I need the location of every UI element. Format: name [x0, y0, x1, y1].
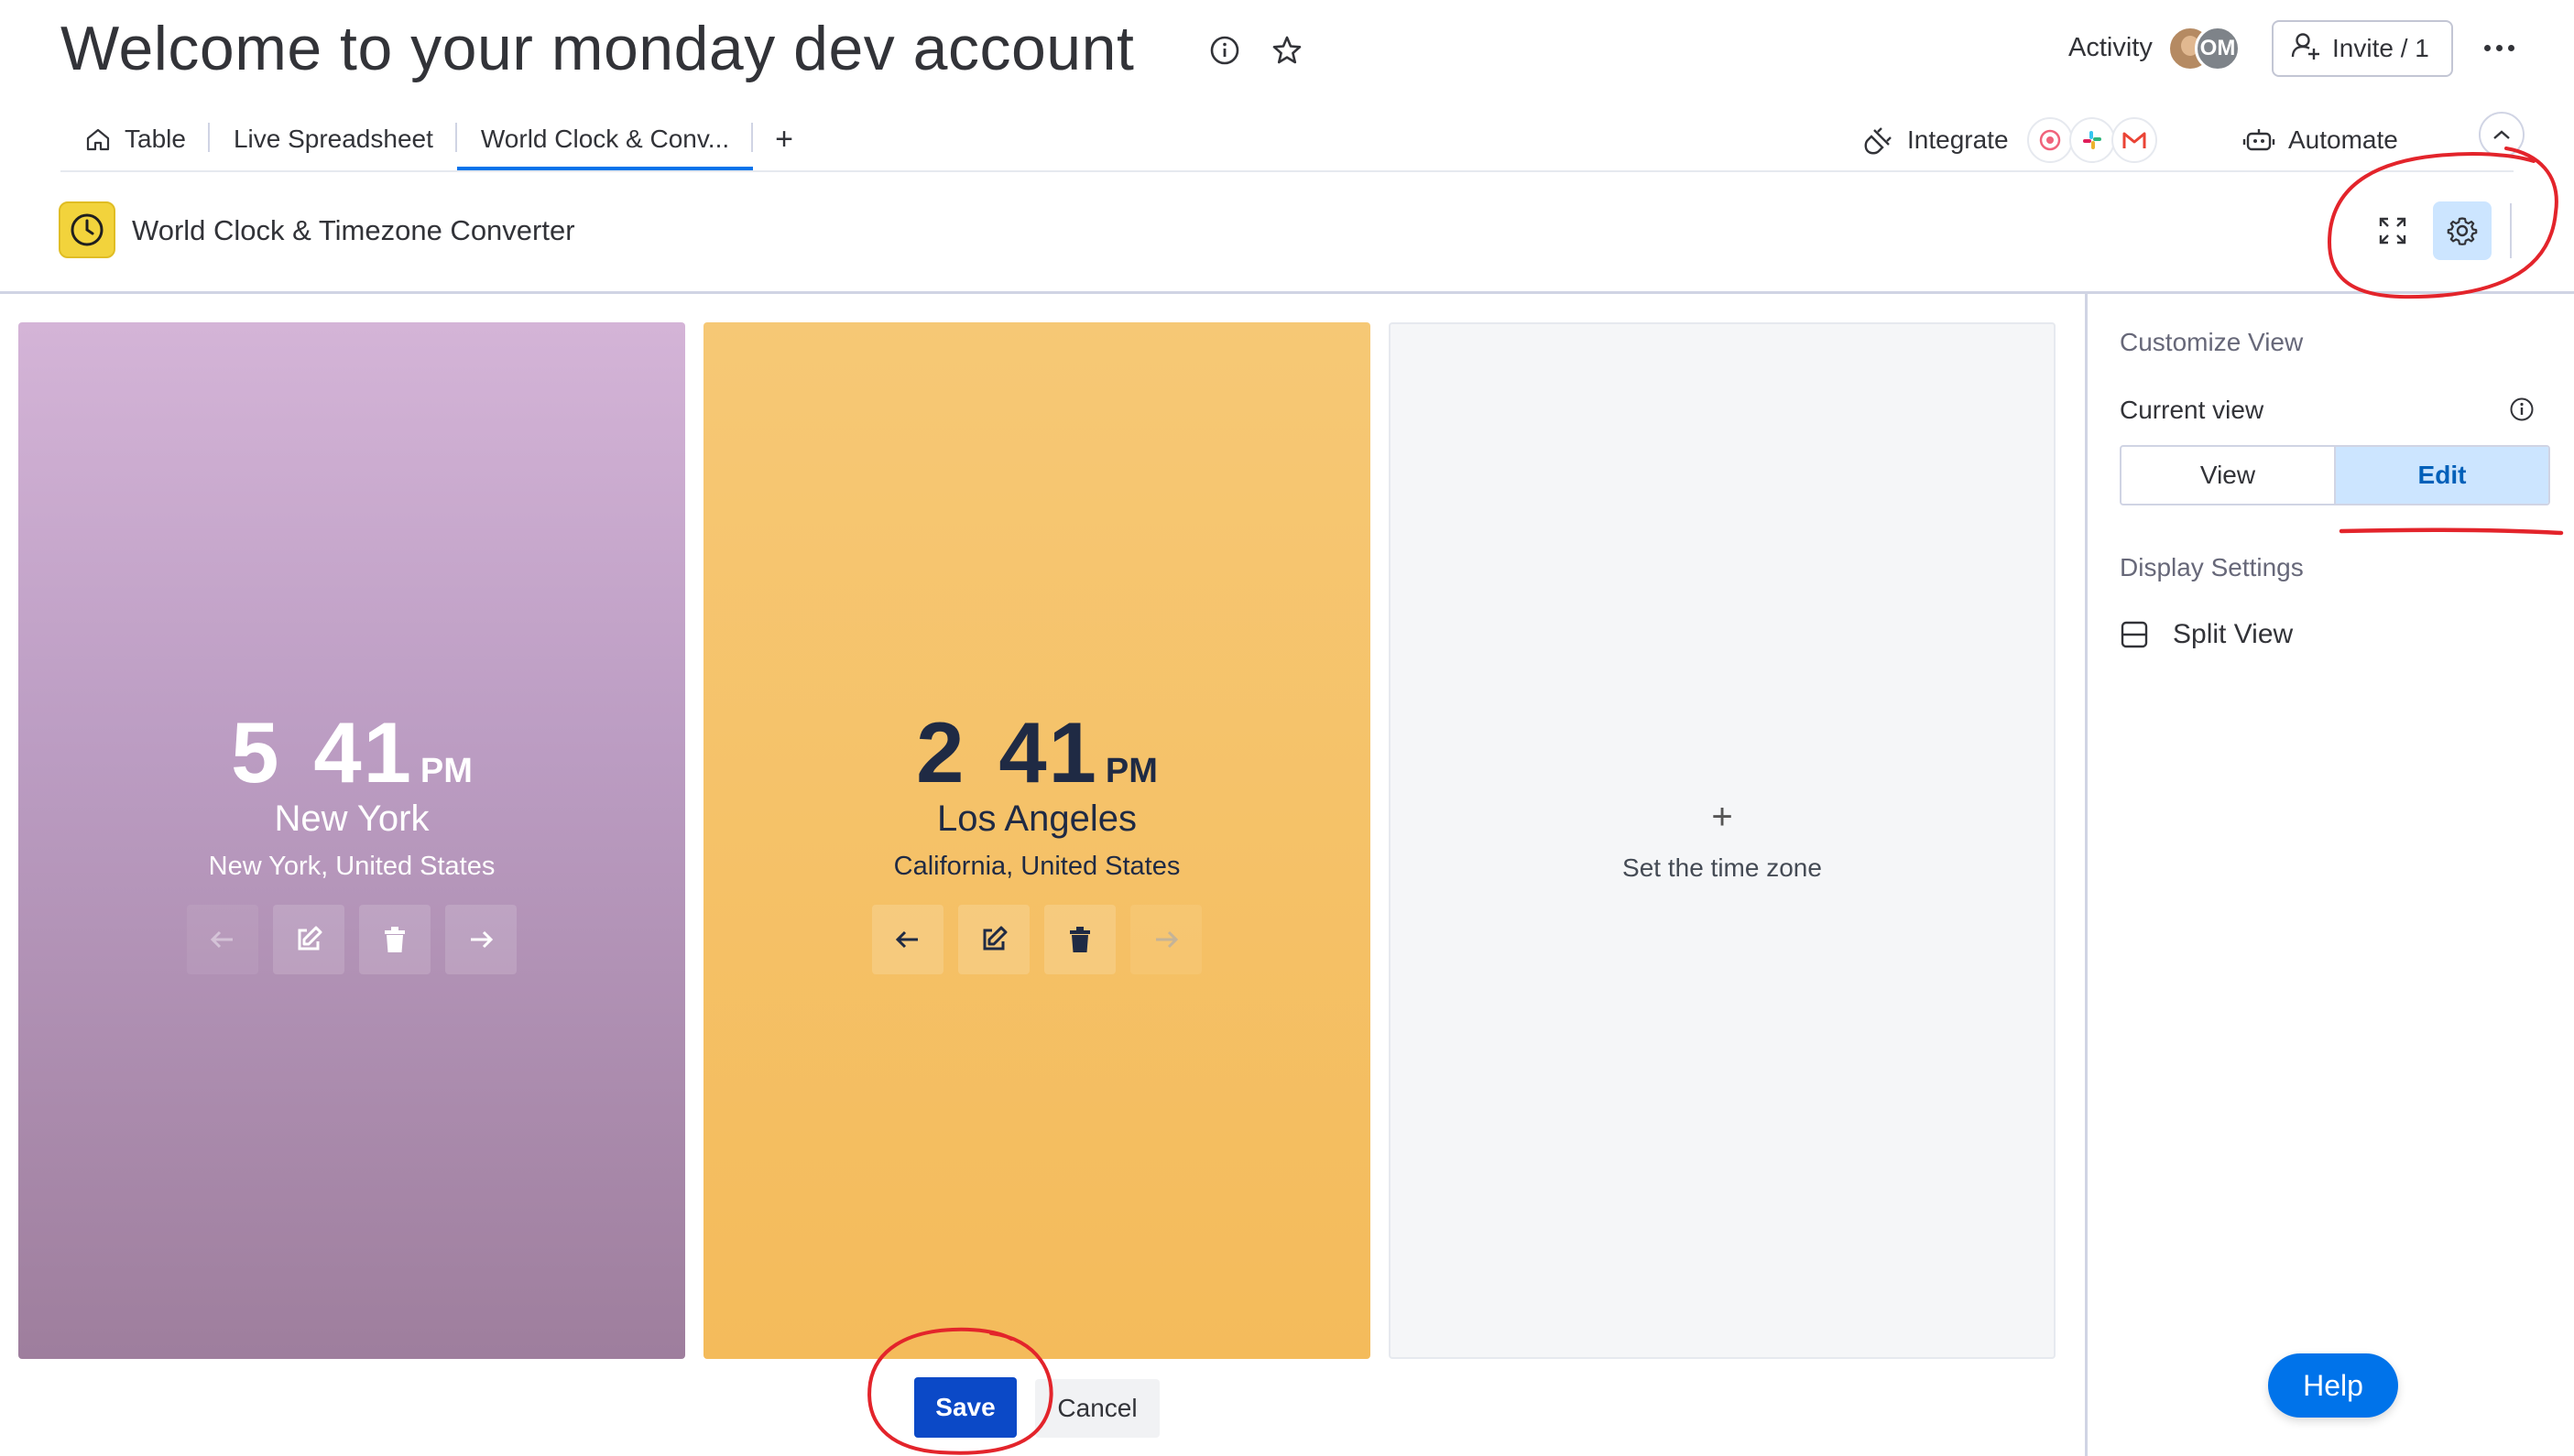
move-right-button[interactable]	[445, 905, 517, 974]
view-mode-toggle: View Edit	[2120, 445, 2550, 505]
delete-button[interactable]	[1044, 905, 1116, 974]
move-right-button[interactable]	[1130, 905, 1202, 974]
split-view-option[interactable]: Split View	[2120, 619, 2293, 650]
edit-button[interactable]	[958, 905, 1030, 974]
gear-icon	[2446, 214, 2479, 247]
move-left-button[interactable]	[187, 905, 258, 974]
slack-icon	[2068, 117, 2115, 163]
board-title: Welcome to your monday dev account	[60, 14, 1135, 83]
clock-region: New York, United States	[208, 852, 496, 881]
settings-button[interactable]	[2433, 201, 2492, 260]
tab-label: Table	[125, 125, 186, 153]
clock-ampm: PM	[1105, 752, 1158, 790]
save-button[interactable]: Save	[914, 1377, 1017, 1438]
clock-icon	[59, 201, 115, 258]
trash-icon	[1064, 924, 1096, 955]
tabs-divider	[60, 170, 2514, 172]
app-title: World Clock & Timezone Converter	[132, 214, 575, 246]
tab-label: Live Spreadsheet	[233, 125, 433, 153]
add-user-icon	[2290, 30, 2321, 68]
clock-city: New York	[274, 799, 430, 839]
info-icon[interactable]	[1207, 33, 1242, 68]
panel-divider	[2085, 293, 2088, 1456]
clock-controls	[18, 905, 685, 974]
split-view-label: Split View	[2173, 619, 2294, 649]
move-left-button[interactable]	[872, 905, 943, 974]
more-options-button[interactable]	[2475, 24, 2523, 71]
tab-label: World Clock & Conv...	[480, 125, 730, 153]
fullscreen-button[interactable]	[2363, 201, 2422, 260]
tab-live-spreadsheet[interactable]: Live Spreadsheet	[210, 108, 457, 170]
clock-card-new-york: 5 41 PM New York New York, United States	[18, 322, 685, 1359]
edit-button[interactable]	[273, 905, 344, 974]
clock-card-los-angeles: 2 41 PM Los Angeles California, United Sta…	[703, 322, 1370, 1359]
clock-ampm: PM	[420, 752, 473, 790]
delete-button[interactable]	[359, 905, 431, 974]
invite-button[interactable]: Invite / 1	[2272, 20, 2453, 77]
star-icon[interactable]	[1270, 33, 1304, 68]
clock-city: Los Angeles	[937, 799, 1137, 839]
view-tabs: Table Live Spreadsheet World Clock & Con…	[60, 108, 815, 170]
add-timezone-card[interactable]: + Set the time zone	[1389, 322, 2056, 1359]
integrate-button[interactable]: Integrate	[1863, 117, 2157, 163]
clock-hour: 5	[231, 704, 281, 800]
view-mode-edit-button[interactable]: Edit	[2334, 447, 2548, 504]
plus-icon: +	[1711, 797, 1733, 837]
customize-view-heading: Customize View	[2120, 328, 2304, 356]
home-icon	[84, 125, 112, 153]
current-view-label: Current view	[2120, 396, 2264, 424]
avatar-initials[interactable]: OM	[2195, 26, 2241, 71]
trash-icon	[379, 924, 410, 955]
tab-world-clock[interactable]: World Clock & Conv...	[456, 108, 754, 170]
clock-minute: 41	[998, 704, 1098, 800]
set-timezone-label: Set the time zone	[1622, 853, 1822, 882]
integrate-plug-icon	[1863, 125, 1894, 156]
collapse-header-button[interactable]	[2479, 112, 2525, 158]
gmail-icon	[2110, 117, 2157, 163]
automate-label: Automate	[2288, 125, 2398, 154]
arrow-left-icon	[892, 924, 923, 955]
clock-minute: 41	[313, 704, 413, 800]
invite-label: Invite / 1	[2332, 34, 2429, 62]
monday-icon	[2026, 117, 2073, 163]
activity-button[interactable]: Activity	[2068, 33, 2153, 63]
expand-icon	[2377, 215, 2408, 246]
clock-time: 5 41 PM	[18, 703, 685, 802]
automate-button[interactable]: Automate	[2242, 117, 2398, 163]
split-view-icon	[2120, 620, 2149, 649]
robot-icon	[2242, 125, 2275, 155]
tab-table[interactable]: Table	[60, 108, 210, 170]
clock-controls	[703, 905, 1370, 974]
appbar-divider	[2510, 203, 2512, 258]
add-view-button[interactable]: +	[753, 108, 815, 170]
edit-icon	[978, 924, 1009, 955]
arrow-left-icon	[207, 924, 238, 955]
view-mode-view-button[interactable]: View	[2121, 447, 2334, 504]
chevron-up-icon	[2492, 128, 2512, 141]
edit-icon	[293, 924, 324, 955]
arrow-right-icon	[1151, 924, 1182, 955]
info-icon[interactable]	[2508, 396, 2536, 423]
integrate-label: Integrate	[1907, 125, 2009, 154]
clock-time: 2 41 PM	[703, 703, 1370, 802]
arrow-right-icon	[465, 924, 496, 955]
clock-region: California, United States	[893, 852, 1181, 881]
display-settings-heading: Display Settings	[2120, 553, 2304, 581]
clock-hour: 2	[916, 704, 966, 800]
cancel-button[interactable]: Cancel	[1035, 1379, 1160, 1438]
help-button[interactable]: Help	[2268, 1353, 2398, 1418]
